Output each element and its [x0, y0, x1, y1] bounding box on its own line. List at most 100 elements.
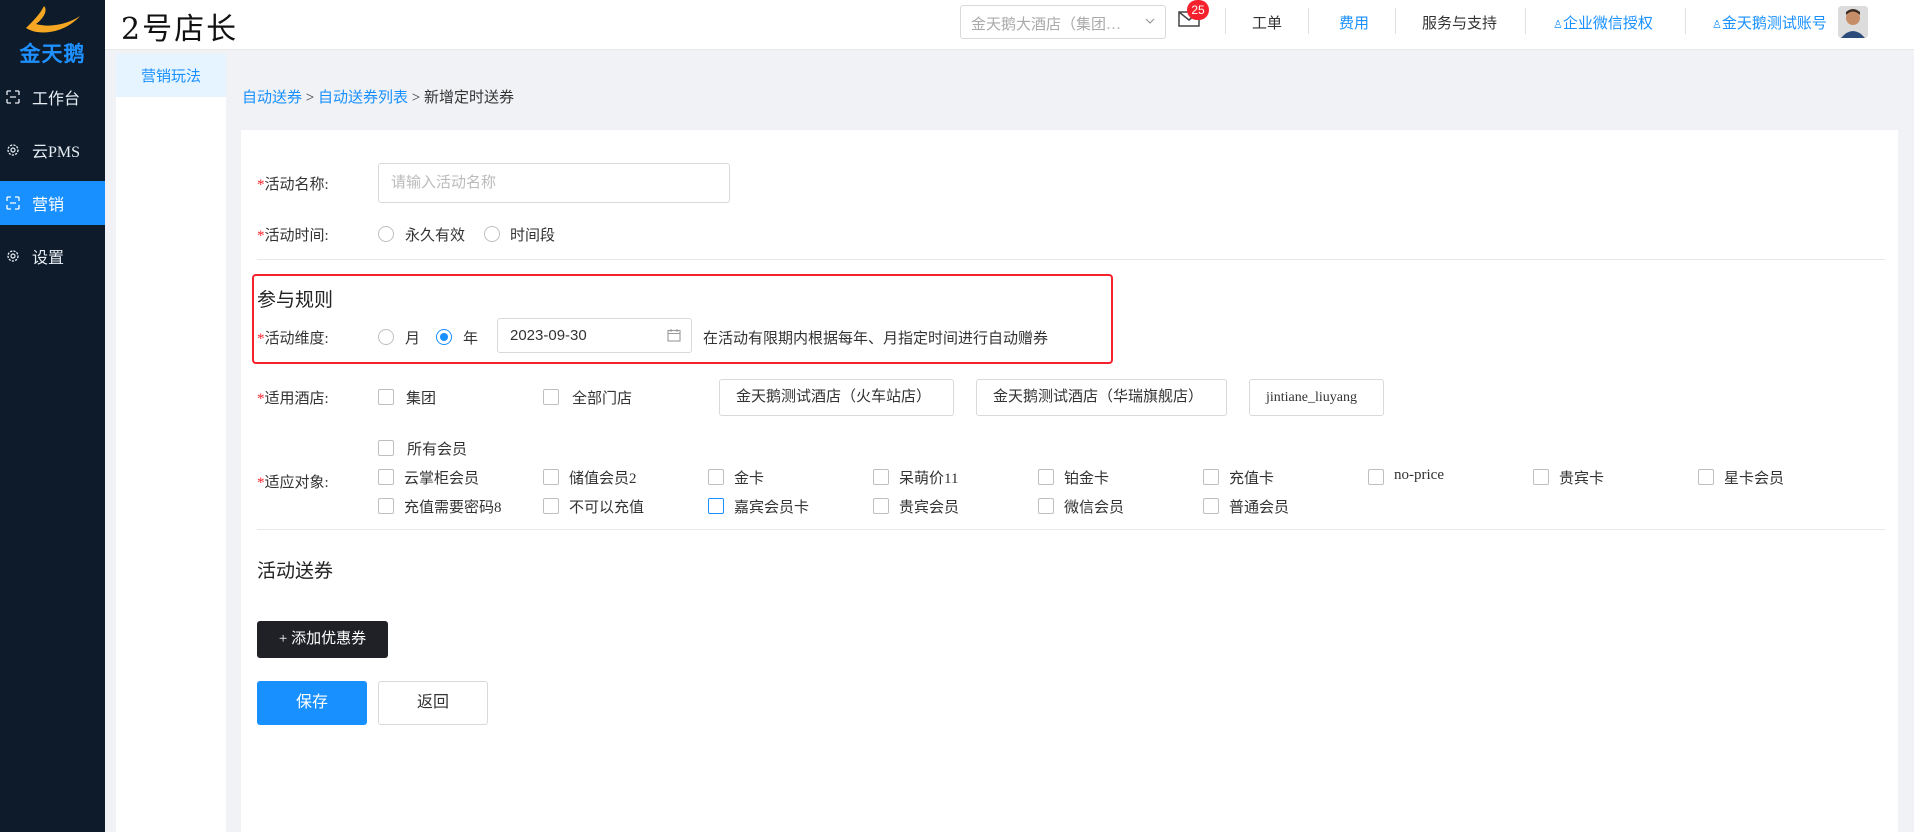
checkbox-all-stores-label: 全部门店 — [572, 391, 633, 407]
hotel-tag[interactable]: jintiane_liuyang — [1249, 379, 1384, 416]
checkbox-all-members-label: 所有会员 — [407, 442, 468, 458]
avatar[interactable] — [1838, 6, 1868, 38]
member-type-label: 普通会员 — [1229, 500, 1290, 516]
checkbox-member-type[interactable] — [873, 498, 889, 514]
sidebar-item-cloud-pms[interactable]: 云PMS — [0, 128, 105, 172]
member-type-label: 不可以充值 — [569, 500, 645, 516]
breadcrumb-current: 新增定时送券 — [423, 90, 514, 106]
add-coupon-button[interactable]: + 添加优惠券 — [257, 621, 388, 658]
member-type-label: 充值卡 — [1229, 471, 1275, 487]
swan-logo-icon — [26, 6, 80, 33]
divider — [1525, 8, 1526, 34]
checkbox-member-type[interactable] — [1038, 469, 1054, 485]
checkbox-member-type[interactable] — [543, 469, 559, 485]
fees-link[interactable]: 费用 — [1339, 12, 1369, 33]
member-type-label: 微信会员 — [1064, 500, 1125, 516]
workorder-link[interactable]: 工单 — [1252, 12, 1282, 33]
app-title: 2号店长 — [121, 12, 239, 47]
date-value: 2023-09-30 — [510, 327, 587, 344]
member-type-label: 储值会员2 — [569, 471, 637, 487]
breadcrumb-separator: > — [305, 90, 315, 106]
checkbox-member-type[interactable] — [1533, 469, 1549, 485]
member-type-label: 铂金卡 — [1064, 471, 1110, 487]
breadcrumb: 自动送券 > 自动送券列表 > 新增定时送券 — [242, 86, 514, 107]
user-icon: ♙ — [1553, 19, 1563, 31]
activity-time-label: *活动时间: — [257, 228, 329, 244]
checkbox-all-stores[interactable] — [543, 389, 559, 405]
member-type-label: 嘉宾会员卡 — [734, 500, 810, 516]
wechat-auth-label: 企业微信授权 — [1562, 16, 1653, 32]
breadcrumb-auto-coupon-list[interactable]: 自动送券列表 — [318, 90, 408, 106]
hotel-select[interactable]: 金天鹅大酒店（集团… — [960, 5, 1166, 39]
radio-permanent[interactable] — [378, 226, 394, 242]
checkbox-member-type[interactable] — [873, 469, 889, 485]
activity-name-input[interactable]: 请输入活动名称 — [378, 163, 730, 203]
member-type-label: 云掌柜会员 — [404, 471, 480, 487]
member-type-label: 充值需要密码8 — [404, 500, 502, 516]
account-label: 金天鹅测试账号 — [1721, 16, 1827, 32]
checkbox-member-type[interactable] — [543, 498, 559, 514]
dashboard-icon — [6, 90, 20, 104]
checkbox-member-type[interactable] — [1368, 469, 1384, 485]
rules-section-title: 参与规则 — [257, 290, 334, 311]
coupons-section-title: 活动送券 — [257, 561, 334, 582]
sidebar-item-settings[interactable]: 设置 — [0, 234, 105, 278]
sidebar: 金天鹅 工作台 云PMS 营销 设置 — [0, 0, 105, 832]
radio-permanent-label: 永久有效 — [405, 228, 466, 244]
support-link[interactable]: 服务与支持 — [1422, 12, 1497, 33]
breadcrumb-separator: > — [411, 90, 421, 106]
radio-month-label: 月 — [405, 331, 421, 347]
hotel-tag[interactable]: 金天鹅测试酒店（华瑞旗舰店） — [976, 379, 1227, 416]
divider — [1685, 8, 1686, 34]
activity-name-label: *活动名称: — [257, 177, 329, 193]
chevron-down-icon — [1145, 18, 1155, 24]
checkbox-member-type[interactable] — [378, 498, 394, 514]
checkbox-group[interactable] — [378, 389, 394, 405]
wechat-auth-link[interactable]: ♙企业微信授权 — [1553, 12, 1653, 33]
member-type-label: 金卡 — [734, 471, 765, 487]
divider — [257, 529, 1885, 530]
checkbox-member-type[interactable] — [1698, 469, 1714, 485]
breadcrumb-auto-coupon[interactable]: 自动送券 — [242, 90, 302, 106]
checkbox-member-type[interactable] — [378, 469, 394, 485]
rules-hint: 在活动有限期内根据每年、月指定时间进行自动赠券 — [703, 331, 1049, 347]
back-button[interactable]: 返回 — [378, 681, 488, 725]
sidebar-item-workbench[interactable]: 工作台 — [0, 75, 105, 119]
radio-year-label: 年 — [463, 331, 479, 347]
checkbox-member-type[interactable] — [1203, 469, 1219, 485]
gear-icon — [6, 249, 20, 263]
hotels-label: *适用酒店: — [257, 391, 329, 407]
checkbox-all-members[interactable] — [378, 440, 394, 456]
account-link[interactable]: ♙金天鹅测试账号 — [1712, 12, 1827, 33]
hotel-tag[interactable]: 金天鹅测试酒店（火车站店） — [719, 379, 954, 416]
date-picker[interactable]: 2023-09-30 — [497, 318, 692, 353]
member-type-label: 星卡会员 — [1724, 471, 1785, 487]
radio-time-range-label: 时间段 — [510, 228, 556, 244]
checkbox-member-type[interactable] — [1203, 498, 1219, 514]
divider — [1395, 8, 1396, 34]
checkbox-member-type[interactable] — [708, 498, 724, 514]
brand-logo[interactable]: 金天鹅 — [0, 0, 105, 66]
sidebar-item-label: 工作台 — [32, 91, 81, 108]
gear-icon — [6, 143, 20, 157]
checkbox-member-type[interactable] — [708, 469, 724, 485]
radio-time-range[interactable] — [484, 226, 500, 242]
sidebar-item-marketing[interactable]: 营销 — [0, 181, 105, 225]
member-type-label: 贵宾卡 — [1559, 471, 1605, 487]
divider — [257, 259, 1885, 260]
radio-month[interactable] — [378, 329, 394, 345]
brand-name: 金天鹅 — [19, 42, 86, 66]
divider — [1308, 8, 1309, 34]
member-type-label: 贵宾会员 — [899, 500, 960, 516]
checkbox-member-type[interactable] — [1038, 498, 1054, 514]
subnav-item-marketing-play[interactable]: 营销玩法 — [116, 54, 226, 97]
sidebar-item-label: 设置 — [32, 250, 65, 267]
checkbox-group-label: 集团 — [406, 391, 437, 407]
radio-year[interactable] — [436, 329, 452, 345]
targets-label: *适应对象: — [257, 475, 329, 491]
sub-navigation: 营销玩法 — [116, 54, 226, 832]
save-button[interactable]: 保存 — [257, 681, 367, 725]
mail-badge: 25 — [1187, 0, 1209, 20]
marketing-icon — [6, 196, 20, 210]
user-icon: ♙ — [1712, 19, 1722, 31]
